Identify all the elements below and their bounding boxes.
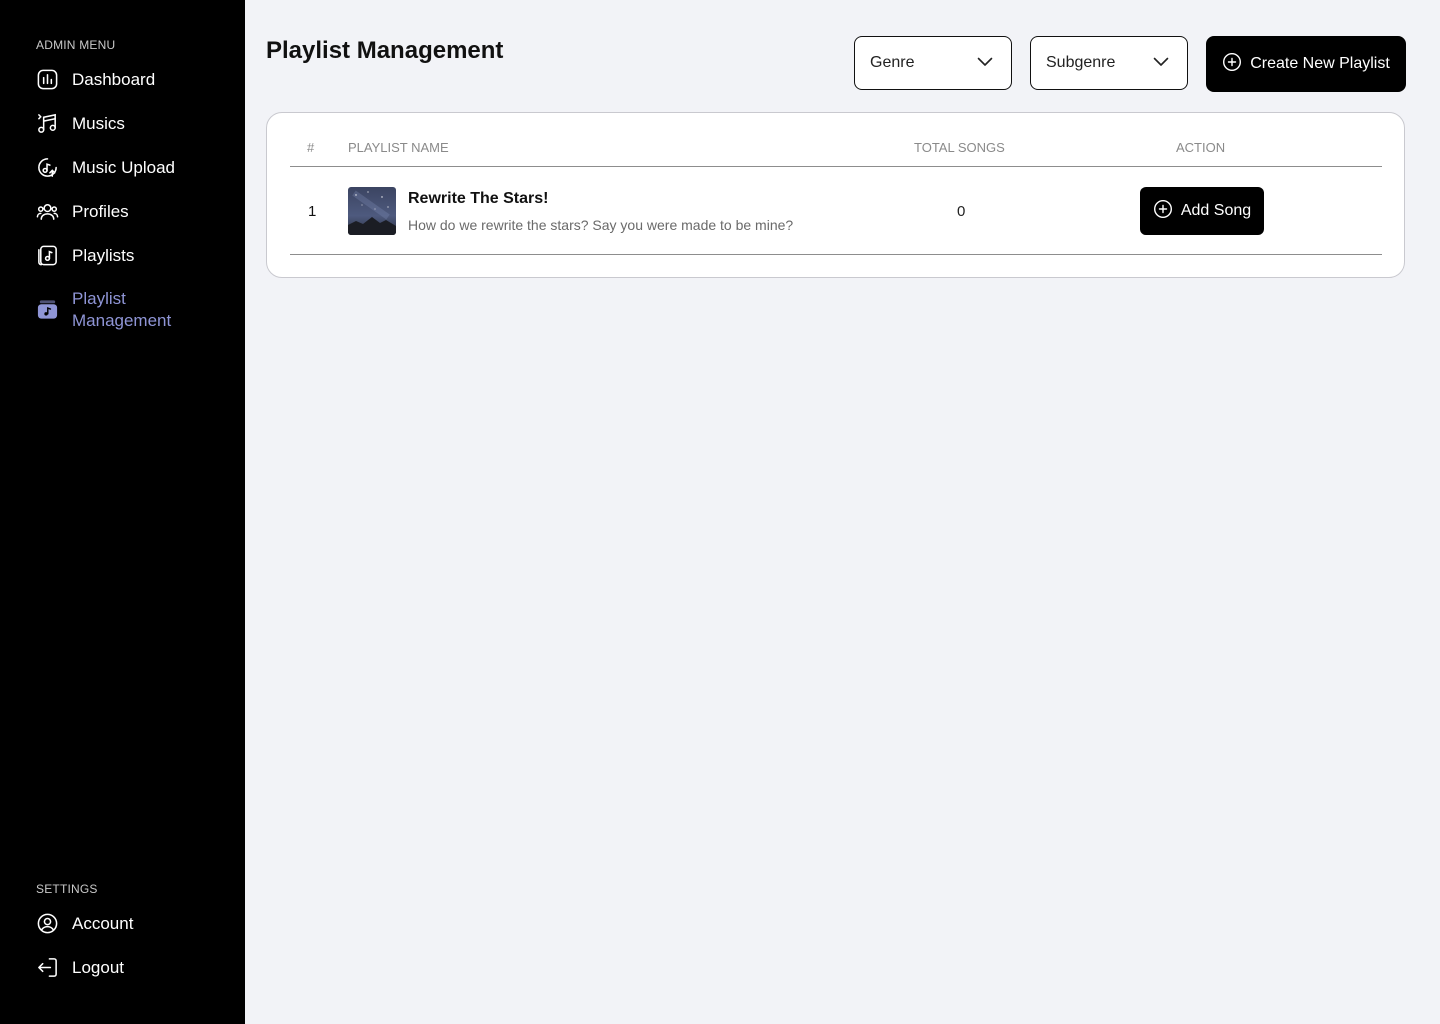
sidebar-item-profiles[interactable]: Profiles (36, 200, 129, 223)
playlist-description: How do we rewrite the stars? Say you wer… (408, 217, 794, 233)
chevron-down-icon (977, 54, 993, 72)
music-upload-icon (36, 156, 59, 179)
sidebar-item-logout[interactable]: Logout (36, 956, 124, 979)
sidebar-item-label: Musics (72, 113, 125, 133)
create-new-playlist-button[interactable]: Create New Playlist (1206, 36, 1406, 92)
column-header-total-songs: TOTAL SONGS (914, 140, 1005, 155)
header-divider (290, 166, 1382, 167)
sidebar-item-label: Playlist Management (72, 289, 172, 330)
main-content: Playlist Management Genre Subgenre Creat… (245, 0, 1440, 1024)
logout-icon (36, 956, 59, 979)
create-button-label: Create New Playlist (1250, 55, 1390, 72)
sidebar-item-playlists[interactable]: Playlists (36, 244, 134, 267)
sidebar-item-account[interactable]: Account (36, 912, 133, 935)
playlist-table: # PLAYLIST NAME TOTAL SONGS ACTION 1 Rew… (266, 112, 1405, 278)
sidebar-item-dashboard[interactable]: Dashboard (36, 68, 155, 91)
playlist-icon (36, 244, 59, 267)
playlist-name[interactable]: Rewrite The Stars! (408, 190, 548, 208)
playlist-management-icon (36, 298, 59, 321)
total-songs-value: 0 (957, 203, 966, 220)
sidebar-item-musics[interactable]: Musics (36, 112, 125, 135)
sidebar-item-label: Music Upload (72, 157, 175, 177)
row-index: 1 (308, 203, 317, 220)
sidebar-item-playlist-management[interactable]: Playlist Management (36, 288, 182, 332)
sidebar-item-label: Playlists (72, 245, 135, 265)
add-song-label: Add Song (1180, 202, 1252, 219)
music-notes-icon (36, 112, 59, 135)
sidebar-item-label: Dashboard (72, 69, 156, 89)
users-icon (36, 200, 59, 223)
account-icon (36, 912, 59, 935)
admin-menu-label: ADMIN MENU (36, 38, 116, 52)
plus-circle-icon (1153, 199, 1173, 224)
sidebar-item-music-upload[interactable]: Music Upload (36, 156, 175, 179)
subgenre-select-value: Subgenre (1046, 54, 1116, 71)
genre-select[interactable]: Genre (854, 36, 1012, 90)
subgenre-select[interactable]: Subgenre (1030, 36, 1188, 90)
column-header-index: # (307, 140, 315, 155)
sidebar-item-label: Account (72, 913, 134, 933)
sidebar: ADMIN MENU Dashboard Musics Music Upload… (0, 0, 245, 1024)
page-title: Playlist Management (266, 37, 504, 64)
settings-label: SETTINGS (36, 882, 98, 896)
chart-icon (36, 68, 59, 91)
row-divider (290, 254, 1382, 255)
sidebar-item-label: Profiles (72, 201, 129, 221)
genre-select-value: Genre (870, 54, 915, 71)
column-header-playlist-name: PLAYLIST NAME (348, 140, 449, 155)
add-song-button[interactable]: Add Song (1140, 187, 1264, 235)
plus-circle-icon (1222, 52, 1242, 77)
sidebar-item-label: Logout (72, 957, 124, 977)
chevron-down-icon (1153, 54, 1169, 72)
playlist-cover-image (348, 187, 396, 235)
column-header-action: ACTION (1176, 140, 1226, 155)
